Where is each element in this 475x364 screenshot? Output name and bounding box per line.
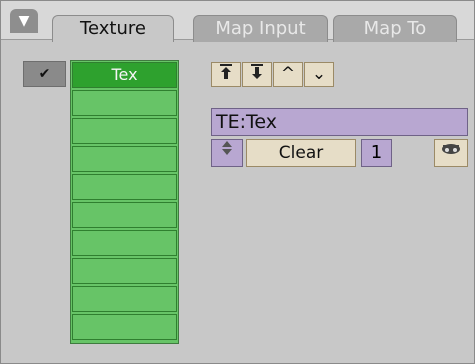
clear-label: Clear: [278, 143, 324, 163]
paste-arrow-icon[interactable]: [242, 62, 272, 87]
texture-slot-8[interactable]: [72, 258, 177, 284]
copy-arrow-icon[interactable]: [211, 62, 241, 87]
texture-slot-1[interactable]: Tex: [72, 62, 177, 88]
caret-down-icon[interactable]: ⌄: [304, 62, 334, 87]
tab-texture[interactable]: Texture: [52, 15, 174, 42]
triangle-down-icon[interactable]: ▼: [10, 9, 38, 33]
tab-label: Map Input: [215, 18, 306, 39]
tab-map-input[interactable]: Map Input: [193, 15, 328, 42]
checkmark-icon[interactable]: ✔: [23, 61, 66, 87]
tab-label: Texture: [80, 18, 146, 39]
users-count-value: 1: [370, 142, 383, 163]
texture-slot-10[interactable]: [72, 314, 177, 340]
slot-label: Tex: [111, 65, 138, 84]
browse-arrows-icon[interactable]: [211, 139, 243, 167]
fake-user-icon[interactable]: [434, 139, 468, 167]
texture-slot-7[interactable]: [72, 230, 177, 256]
texture-name-field[interactable]: TE:Tex: [211, 108, 468, 136]
texture-slot-list: Tex: [70, 60, 179, 344]
texture-slot-4[interactable]: [72, 146, 177, 172]
texture-slot-6[interactable]: [72, 202, 177, 228]
texture-panel: ▼ Texture Map Input Map To ✔ Tex ^ ⌄ TE:…: [0, 0, 475, 364]
users-count-field[interactable]: 1: [361, 139, 392, 167]
texture-name-value: TE:Tex: [216, 111, 277, 133]
panel-header: ▼ Texture Map Input Map To: [1, 1, 474, 42]
texture-slot-9[interactable]: [72, 286, 177, 312]
clear-button[interactable]: Clear: [246, 139, 356, 167]
texture-slot-2[interactable]: [72, 90, 177, 116]
texture-slot-3[interactable]: [72, 118, 177, 144]
texture-slot-5[interactable]: [72, 174, 177, 200]
tab-map-to[interactable]: Map To: [333, 15, 457, 42]
caret-up-icon[interactable]: ^: [273, 62, 303, 87]
tab-label: Map To: [363, 18, 427, 39]
